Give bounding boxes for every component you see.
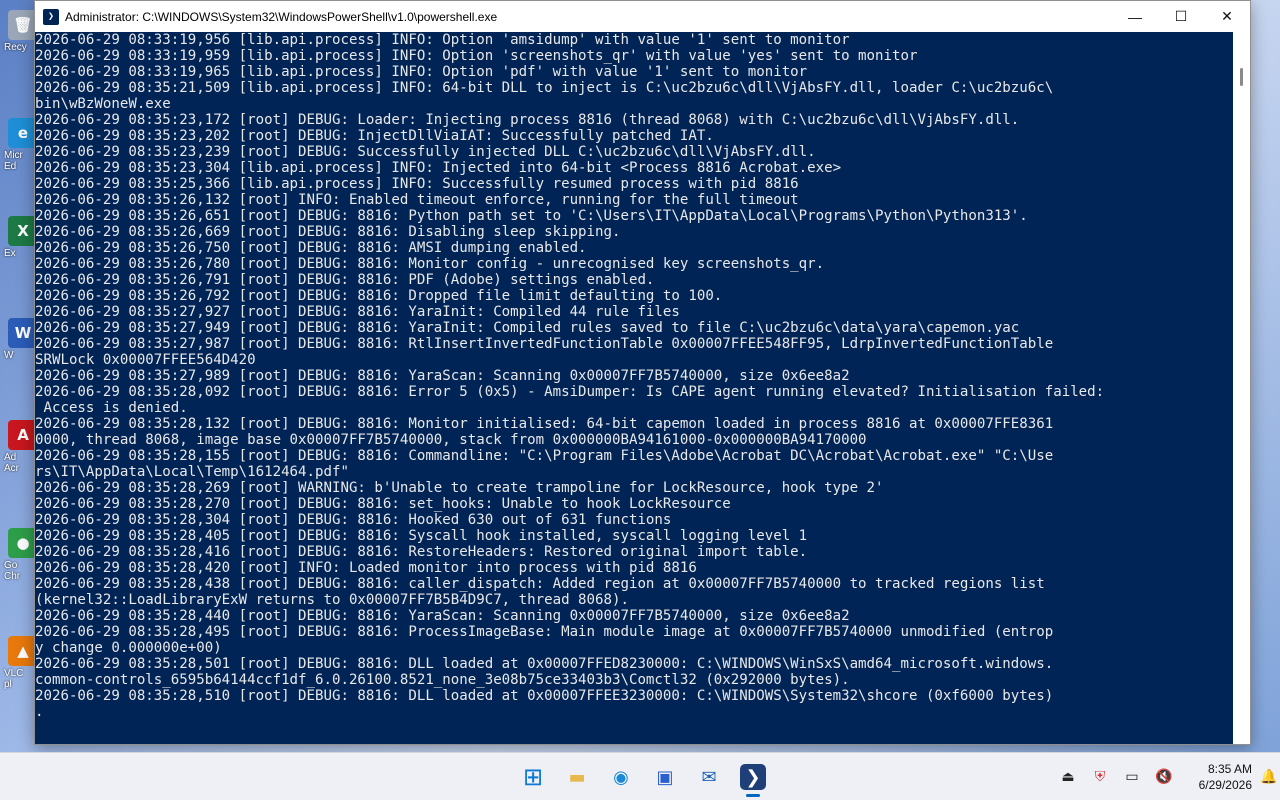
console-line: 2026-06-29 08:35:28,270 [root] DEBUG: 88… <box>35 496 731 512</box>
clock-time: 8:35 AM <box>1207 762 1252 776</box>
console-line: 2026-06-29 08:35:28,269 [root] WARNING: … <box>35 480 884 496</box>
console-line: 2026-06-29 08:35:21,509 [lib.api.process… <box>35 80 1054 96</box>
powershell-button[interactable]: ❯ <box>731 753 775 800</box>
notification-icon[interactable]: 🔔 <box>1258 769 1280 785</box>
console-line: 2026-06-29 08:35:28,092 [root] DEBUG: 88… <box>35 384 1105 400</box>
console-line: 2026-06-29 08:35:26,791 [root] DEBUG: 88… <box>35 272 655 288</box>
console-line: 2026-06-29 08:35:28,510 [root] DEBUG: 88… <box>35 688 1054 704</box>
console-line: 2026-06-29 08:35:23,172 [root] DEBUG: Lo… <box>35 112 1020 128</box>
console-line: rs\IT\AppData\Local\Temp\1612464.pdf" <box>35 464 349 480</box>
title-bar[interactable]: ❯ Administrator: C:\WINDOWS\System32\Win… <box>35 1 1250 32</box>
taskbar: ⊞ ▬ ◉ ▣ ✉ ❯ ⏏ ⛨ ▭ 🔇 8:35 AM 6/29/2026 🔔 <box>0 752 1280 800</box>
store-icon: ▣ <box>656 766 674 788</box>
console-line: 2026-06-29 08:35:28,438 [root] DEBUG: 88… <box>35 576 1045 592</box>
console-line: 2026-06-29 08:33:19,956 [lib.api.process… <box>35 32 850 48</box>
network-icon[interactable]: ▭ <box>1116 769 1148 785</box>
usb-eject-icon[interactable]: ⏏ <box>1052 769 1084 785</box>
console-line: 2026-06-29 08:33:19,965 [lib.api.process… <box>35 64 808 80</box>
powershell-app-icon: ❯ <box>43 8 59 25</box>
start-icon: ⊞ <box>522 763 544 791</box>
console-line: 2026-06-29 08:33:19,959 [lib.api.process… <box>35 48 918 64</box>
console-line: 2026-06-29 08:35:26,792 [root] DEBUG: 88… <box>35 288 723 304</box>
file-explorer-icon: ▬ <box>568 766 586 788</box>
console-line: (kernel32::LoadLibraryExW returns to 0x0… <box>35 592 629 608</box>
console-line: 2026-06-29 08:35:26,780 [root] DEBUG: 88… <box>35 256 825 272</box>
console-line: Access is denied. <box>35 400 188 416</box>
console-line: 2026-06-29 08:35:23,239 [root] DEBUG: Su… <box>35 144 816 160</box>
powershell-window: ❯ Administrator: C:\WINDOWS\System32\Win… <box>34 0 1251 745</box>
maximize-button[interactable]: ☐ <box>1158 1 1204 32</box>
close-button[interactable]: ✕ <box>1204 1 1250 32</box>
console-line: 0000, thread 8068, image base 0x00007FF7… <box>35 432 867 448</box>
file-explorer-button[interactable]: ▬ <box>555 753 599 800</box>
system-tray: ⏏ ⛨ ▭ 🔇 8:35 AM 6/29/2026 🔔 <box>1052 753 1280 800</box>
outlook-icon: ✉ <box>701 766 717 788</box>
console-scrollbar[interactable] <box>1233 32 1250 744</box>
console-line: 2026-06-29 08:35:28,495 [root] DEBUG: 88… <box>35 624 1054 640</box>
outlook-button[interactable]: ✉ <box>687 753 731 800</box>
console-line: 2026-06-29 08:35:25,366 [lib.api.process… <box>35 176 799 192</box>
console-line: SRWLock 0x00007FFEE564D420 <box>35 352 256 368</box>
console-line: common-controls_6595b64144ccf1df_6.0.261… <box>35 672 850 688</box>
console-line: bin\wBzWoneW.exe <box>35 96 171 112</box>
start-button[interactable]: ⊞ <box>511 753 555 800</box>
console-line: 2026-06-29 08:35:26,750 [root] DEBUG: 88… <box>35 240 587 256</box>
console-line: 2026-06-29 08:35:28,405 [root] DEBUG: 88… <box>35 528 808 544</box>
console-line: 2026-06-29 08:35:26,669 [root] DEBUG: 88… <box>35 224 621 240</box>
console-line: . <box>35 704 44 720</box>
console-line: 2026-06-29 08:35:28,501 [root] DEBUG: 88… <box>35 656 1054 672</box>
console-line: 2026-06-29 08:35:28,304 [root] DEBUG: 88… <box>35 512 672 528</box>
console-line: 2026-06-29 08:35:23,304 [lib.api.process… <box>35 160 842 176</box>
console-line: 2026-06-29 08:35:27,989 [root] DEBUG: 88… <box>35 368 850 384</box>
minimize-button[interactable]: — <box>1112 1 1158 32</box>
console-line: 2026-06-29 08:35:28,132 [root] DEBUG: 88… <box>35 416 1054 432</box>
window-title: Administrator: C:\WINDOWS\System32\Windo… <box>65 9 498 24</box>
console-line: 2026-06-29 08:35:26,651 [root] DEBUG: 88… <box>35 208 1028 224</box>
console-line: y change 0.000000e+00) <box>35 640 222 656</box>
security-icon[interactable]: ⛨ <box>1084 769 1116 785</box>
console-line: 2026-06-29 08:35:23,202 [root] DEBUG: In… <box>35 128 714 144</box>
powershell-icon: ❯ <box>740 764 766 790</box>
store-button[interactable]: ▣ <box>643 753 687 800</box>
clock-date: 6/29/2026 <box>1198 778 1252 792</box>
console-line: 2026-06-29 08:35:26,132 [root] INFO: Ena… <box>35 192 799 208</box>
console-line: 2026-06-29 08:35:27,949 [root] DEBUG: 88… <box>35 320 1020 336</box>
console-line: 2026-06-29 08:35:28,155 [root] DEBUG: 88… <box>35 448 1054 464</box>
console-line: 2026-06-29 08:35:28,440 [root] DEBUG: 88… <box>35 608 850 624</box>
edge-button[interactable]: ◉ <box>599 753 643 800</box>
edge-icon: ◉ <box>613 766 629 788</box>
taskbar-apps: ⊞ ▬ ◉ ▣ ✉ ❯ <box>511 753 775 800</box>
console-output[interactable]: 2026-06-29 08:33:19,956 [lib.api.process… <box>35 32 1235 744</box>
scrollbar-thumb[interactable] <box>1240 68 1243 86</box>
console-line: 2026-06-29 08:35:27,987 [root] DEBUG: 88… <box>35 336 1054 352</box>
console-line: 2026-06-29 08:35:27,927 [root] DEBUG: 88… <box>35 304 680 320</box>
volume-muted-icon[interactable]: 🔇 <box>1148 769 1180 785</box>
console-line: 2026-06-29 08:35:28,420 [root] INFO: Loa… <box>35 560 697 576</box>
clock[interactable]: 8:35 AM 6/29/2026 <box>1180 761 1258 793</box>
console-line: 2026-06-29 08:35:28,416 [root] DEBUG: 88… <box>35 544 808 560</box>
